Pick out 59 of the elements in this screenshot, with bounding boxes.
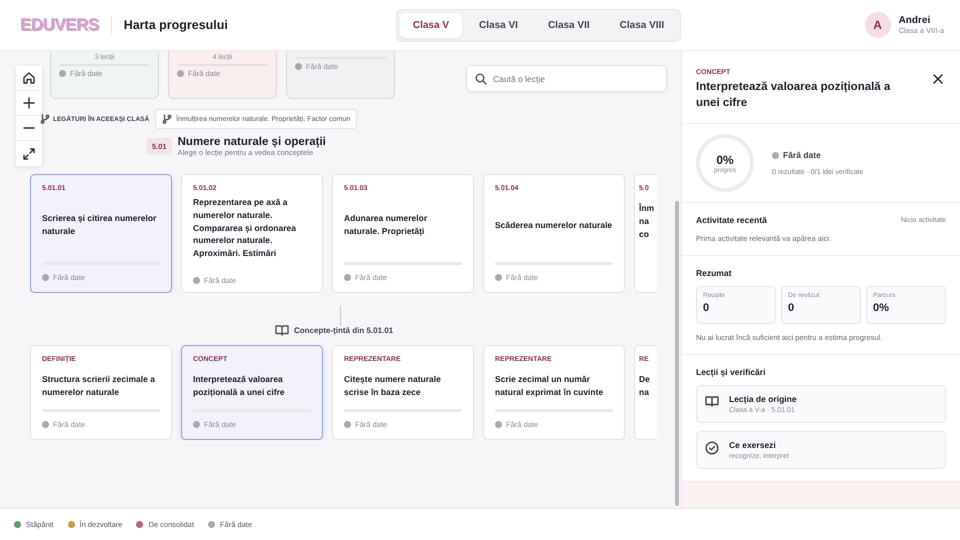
check-circle-icon <box>705 441 719 456</box>
card-title: Interpretează valoarea pozițională a unei cifre <box>193 373 286 398</box>
zoom-out-button[interactable] <box>16 116 42 141</box>
section-label: Concepte-țintă din 5.01.01 <box>294 326 394 334</box>
link-title: Lecția de origine <box>729 394 797 404</box>
progress-value: 0% <box>716 152 734 167</box>
card-title: Scrierea și citirea numerelor naturale <box>42 212 158 238</box>
status-dot <box>59 70 66 77</box>
status-dot <box>495 274 502 281</box>
panel-title: Interpretează valoarea pozițională a unei cifre <box>696 80 892 112</box>
stat-value: 0 <box>703 302 710 314</box>
expand-icon <box>22 146 36 160</box>
status-dot <box>193 276 200 284</box>
zoom-in-button[interactable] <box>16 91 42 116</box>
expand-button[interactable] <box>16 141 42 166</box>
status-dot <box>344 274 351 281</box>
unit-title: Numere naturale și operații <box>178 136 326 148</box>
book-icon <box>705 395 719 408</box>
home-icon <box>22 71 36 85</box>
card-title: Adunarea numerelor naturale. Proprietăți <box>344 212 428 238</box>
page-title: Harta progresului <box>124 18 228 32</box>
section-title: Rezumat <box>696 268 732 278</box>
status-dot <box>295 63 302 70</box>
grade-tab[interactable]: Clasa VIII <box>606 12 678 38</box>
grade-tab[interactable]: Clasa VII <box>534 12 603 38</box>
avatar[interactable]: A <box>864 12 891 38</box>
status-dot <box>772 152 779 159</box>
status-dot <box>42 274 49 281</box>
search-icon <box>475 73 487 85</box>
close-icon <box>932 73 944 85</box>
scrollbar[interactable] <box>675 201 679 506</box>
status-label: Fără date <box>783 150 821 160</box>
book-icon <box>275 324 289 336</box>
branch-icon <box>40 114 50 124</box>
status-dot <box>344 421 351 428</box>
card-title: Scrie zecimal un număr natural exprimat în cuvinte <box>495 373 604 398</box>
branch-icon <box>162 114 172 124</box>
card-title: De na <box>639 373 651 398</box>
status-dot <box>177 70 184 77</box>
card-title: Citește numere naturale scrise în baza zece <box>344 373 442 398</box>
link-title: Ce exersezi <box>729 440 777 450</box>
search-field[interactable]: Caută o lecție <box>466 65 667 92</box>
home-button[interactable] <box>16 66 42 91</box>
card-title: Înm na co <box>639 202 656 240</box>
grade-tab[interactable]: Clasa V <box>400 12 462 38</box>
zoom-in-icon <box>22 96 36 110</box>
card-title: Reprezentarea pe axă a numerelor naturale. Compararea și ordonarea numerelor naturale. Aproximări. Estimări <box>193 196 297 260</box>
section-title: Lecții și verificări <box>696 367 766 378</box>
stat-value: 0 <box>788 302 796 314</box>
status-dot <box>495 421 502 428</box>
card-title: Scăderea numerelor naturale <box>495 218 613 232</box>
grade-tab[interactable]: Clasa VI <box>466 12 531 38</box>
stat-value: 0% <box>873 302 890 314</box>
card-title: Structura scrierii zecimale a numerelor naturale <box>42 373 156 398</box>
logo: EDUVERS <box>20 15 99 35</box>
section-title: Activitate recentă <box>696 215 767 226</box>
status-dot <box>42 421 49 428</box>
user-name: Andrei <box>898 15 932 26</box>
status-dot <box>193 421 200 428</box>
